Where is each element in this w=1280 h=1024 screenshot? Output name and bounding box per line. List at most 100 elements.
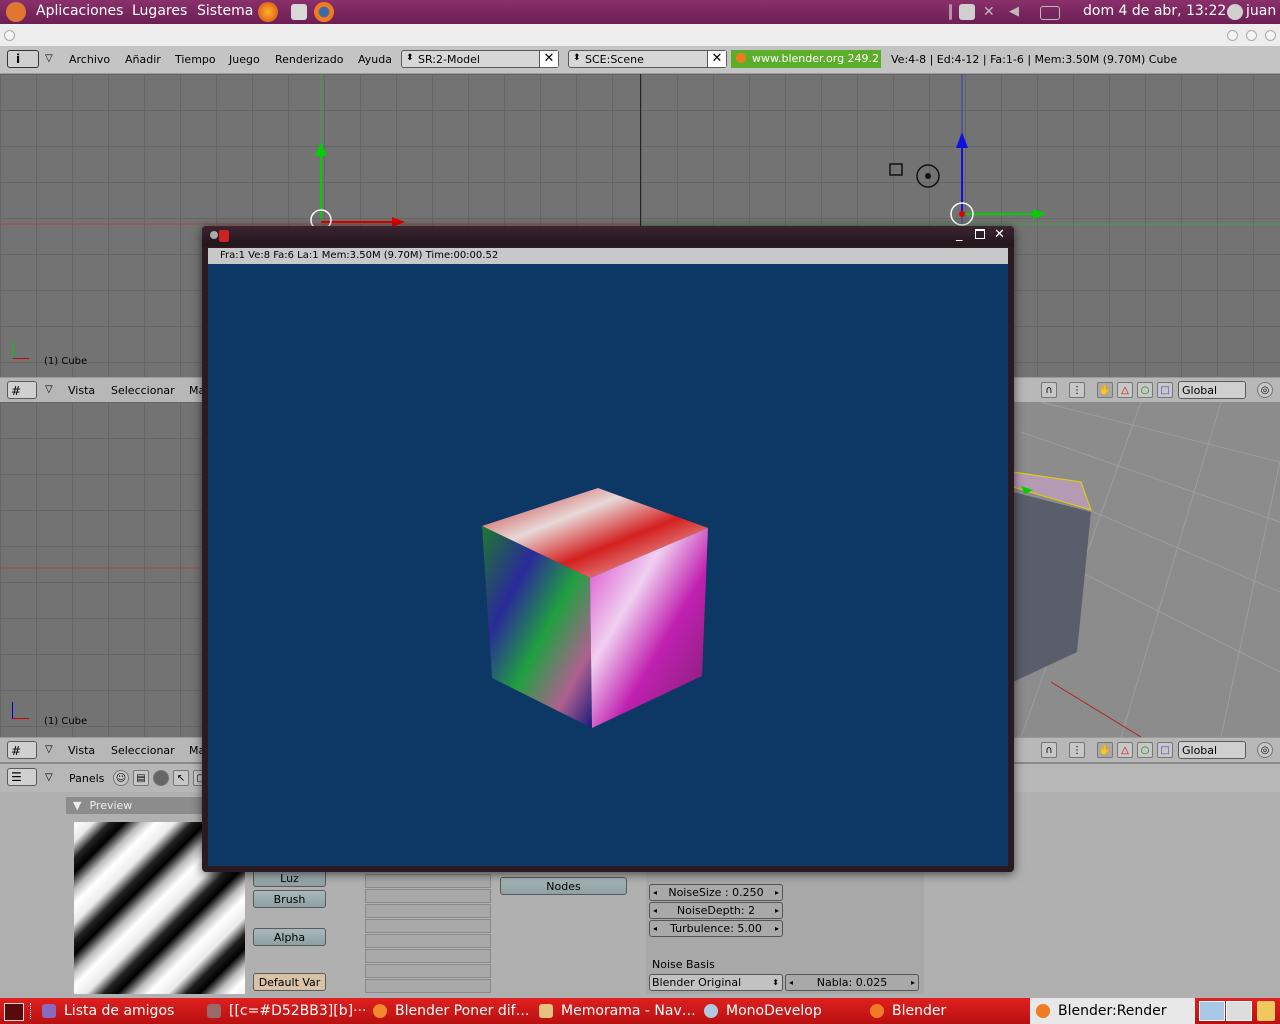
editor-type-button[interactable]: i	[7, 50, 39, 68]
default-var-button[interactable]: Default Var	[253, 973, 326, 991]
circle-scale-icon[interactable]: ○	[1137, 382, 1153, 398]
user-name[interactable]: juan	[1246, 3, 1276, 19]
speaker-launcher-icon[interactable]	[291, 4, 307, 20]
task-memorama[interactable]: Memorama - Nav…	[539, 998, 699, 1024]
triangle-rotate-icon[interactable]: △	[1117, 382, 1133, 398]
texture-channel-slot[interactable]	[365, 964, 491, 978]
minimize-icon[interactable]: _	[956, 227, 963, 242]
task-chat[interactable]: [[c=#D52BB3][b]···	[207, 998, 367, 1024]
magnet-icon[interactable]: ∩	[1041, 742, 1057, 758]
magnet-icon[interactable]: ∩	[1041, 382, 1057, 398]
trash-icon[interactable]	[1257, 1001, 1275, 1021]
task-firefox[interactable]: Blender Poner dif…	[373, 998, 533, 1024]
clock[interactable]: dom 4 de abr, 13:22	[1083, 3, 1226, 19]
collapse-triangle-icon[interactable]: ▼	[73, 799, 81, 812]
task-label[interactable]: Blender	[892, 1003, 946, 1019]
workspace-1[interactable]	[1199, 1001, 1225, 1021]
circle-scale-icon[interactable]: ○	[1137, 742, 1153, 758]
hand-manipulator-icon[interactable]: ✋	[1097, 742, 1113, 758]
texture-channel-slot[interactable]	[365, 889, 491, 903]
texture-channel-slot[interactable]	[365, 979, 491, 993]
task-label[interactable]: Memorama - Nav…	[561, 1003, 696, 1019]
task-monodevelop[interactable]: MonoDevelop	[704, 998, 864, 1024]
noise-size-field[interactable]: NoiseSize : 0.250	[649, 884, 783, 901]
menu-seleccionar[interactable]: Seleccionar	[111, 744, 175, 757]
version-text[interactable]: www.blender.org 249.2	[752, 52, 879, 65]
collapse-buttons-icon[interactable]: ▽	[45, 772, 53, 783]
window-menu-icon[interactable]	[4, 30, 15, 41]
texture-channel-slot[interactable]	[365, 949, 491, 963]
buttons-editor-type-button[interactable]: ☰	[7, 768, 37, 786]
orientation-select[interactable]: Global	[1178, 381, 1246, 399]
layer-target-icon[interactable]: ◎	[1257, 382, 1273, 398]
task-blender[interactable]: Blender	[870, 998, 1030, 1024]
triangle-rotate-icon[interactable]: △	[1117, 742, 1133, 758]
shading-context-icon[interactable]	[153, 770, 169, 786]
mail-icon[interactable]	[1040, 6, 1060, 20]
layer-target-icon[interactable]: ◎	[1257, 742, 1273, 758]
noise-basis-value[interactable]: Blender Original	[652, 976, 741, 989]
menu-ayuda[interactable]: Ayuda	[358, 53, 392, 66]
render-window-titlebar[interactable]: _ ✕	[202, 226, 1014, 246]
scene-selector[interactable]: ⬍ SCE:Scene ✕	[568, 50, 727, 68]
texture-channel-slot[interactable]	[365, 904, 491, 918]
menu-lugares[interactable]: Lugares	[132, 3, 187, 19]
noise-depth-field[interactable]: NoiseDepth: 2	[649, 902, 783, 919]
blender-launcher-icon[interactable]	[314, 2, 334, 22]
menu-vista[interactable]: Vista	[68, 744, 95, 757]
screen-selector[interactable]: ⬍ SR:2-Model ✕	[401, 50, 559, 68]
close-icon[interactable]	[1265, 30, 1276, 41]
orientation-select[interactable]: Global	[1178, 741, 1246, 759]
menu-tiempo[interactable]: Tiempo	[175, 53, 216, 66]
bluetooth-icon[interactable]: ✕	[983, 4, 999, 20]
texture-channel-slot[interactable]	[365, 919, 491, 933]
menu-renderizado[interactable]: Renderizado	[275, 53, 343, 66]
maximize-icon[interactable]	[1246, 30, 1257, 41]
view-type-button[interactable]: #	[7, 741, 37, 759]
collapse-header-icon[interactable]: ▽	[45, 384, 53, 395]
menu-seleccionar[interactable]: Seleccionar	[111, 384, 175, 397]
noise-basis-select[interactable]: Blender Original ⬍	[649, 974, 783, 991]
close-icon[interactable]: ✕	[994, 227, 1005, 242]
turbulence-field[interactable]: Turbulence: 5.00	[649, 920, 783, 937]
scene-delete-icon[interactable]: ✕	[707, 51, 726, 67]
maximize-icon[interactable]	[975, 229, 985, 239]
preview-panel-header[interactable]: ▼ Preview	[66, 797, 206, 814]
logic-context-icon[interactable]: ☺	[113, 770, 129, 786]
menu-juego[interactable]: Juego	[229, 53, 260, 66]
texture-channel-slot[interactable]	[365, 934, 491, 948]
task-label[interactable]: Blender Poner dif…	[395, 1003, 530, 1019]
ubuntu-logo-icon[interactable]	[6, 2, 26, 22]
chat-icon[interactable]	[1227, 4, 1243, 20]
snap-options-icon[interactable]: ⋮	[1069, 382, 1085, 398]
brush-button[interactable]: Brush	[253, 890, 326, 908]
task-label[interactable]: Lista de amigos	[64, 1003, 174, 1019]
firefox-launcher-icon[interactable]	[258, 2, 278, 22]
alpha-button[interactable]: Alpha	[253, 928, 326, 946]
square-translate-icon[interactable]: □	[1157, 382, 1173, 398]
object-context-icon[interactable]: ↖	[173, 770, 189, 786]
collapse-header-icon[interactable]: ▽	[45, 744, 53, 755]
workspace-2[interactable]	[1226, 1001, 1252, 1021]
minimize-icon[interactable]	[1227, 30, 1238, 41]
task-label[interactable]: MonoDevelop	[726, 1003, 822, 1019]
version-link[interactable]: www.blender.org 249.2	[731, 50, 881, 68]
scene-name[interactable]: SCE:Scene	[585, 53, 644, 66]
hand-manipulator-icon[interactable]: ✋	[1097, 382, 1113, 398]
task-blender-render[interactable]: Blender:Render	[1030, 998, 1195, 1024]
window-menu-icon[interactable]	[210, 231, 218, 239]
nabla-field[interactable]: Nabla: 0.025	[785, 974, 919, 991]
menu-anadir[interactable]: Añadir	[125, 53, 161, 66]
show-desktop-icon[interactable]	[4, 1003, 24, 1021]
task-label[interactable]: Blender:Render	[1058, 1003, 1167, 1019]
menu-aplicaciones[interactable]: Aplicaciones	[36, 3, 123, 19]
snap-options-icon[interactable]: ⋮	[1069, 742, 1085, 758]
menu-sistema[interactable]: Sistema	[197, 3, 253, 19]
menu-archivo[interactable]: Archivo	[69, 53, 110, 66]
menu-vista[interactable]: Vista	[68, 384, 95, 397]
scene-browse-icon[interactable]: ⬍	[573, 53, 581, 63]
network-icon[interactable]	[959, 4, 975, 20]
square-translate-icon[interactable]: □	[1157, 742, 1173, 758]
nodes-button[interactable]: Nodes	[500, 877, 627, 895]
volume-icon[interactable]: ◀	[1009, 4, 1025, 20]
